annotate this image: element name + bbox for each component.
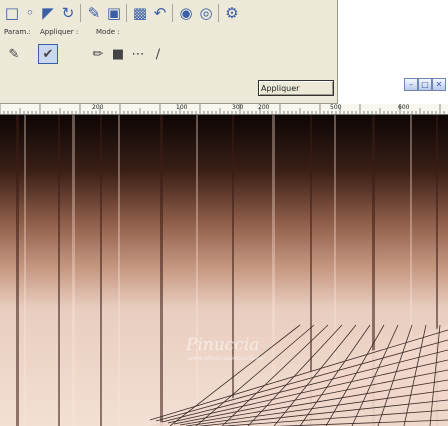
dots-tool-icon[interactable]: ⋯ [128, 44, 148, 64]
ruler-label-1: 200 [92, 104, 104, 111]
save-preset-icon[interactable]: ◤ [38, 3, 58, 23]
load-preset-icon[interactable]: ◦ [20, 3, 40, 23]
brush-tool-icon[interactable]: ✎ [4, 44, 24, 64]
toolbar-labels: Param.: Appliquer : Mode : [0, 26, 338, 40]
reset-icon[interactable]: ↻ [58, 3, 78, 23]
mode-label: Mode : [96, 28, 120, 36]
ruler-label-2: 100 [176, 104, 188, 111]
tool-options-palette: □ ◦ ◤ ↻ ✎ ▣ ▩ ↶ ◉ ◎ ⚙ Param.: Appliquer … [0, 0, 338, 104]
ruler-label-3: 300 [232, 104, 244, 111]
apply-to-label: Appliquer : [40, 28, 79, 36]
toolbar-row-tools: ✎ ✔ ✏ ■ ⋯ ∕ [0, 42, 338, 82]
palette-icon[interactable]: ◎ [196, 3, 216, 23]
ruler-label-5: 500 [330, 104, 342, 111]
pencil-tool-icon[interactable]: ✏ [88, 44, 108, 64]
line-tool-icon[interactable]: ∕ [148, 44, 168, 64]
undo-icon[interactable]: ↶ [150, 3, 170, 23]
active-tool-icon[interactable]: ✔ [38, 44, 58, 64]
ruler-ticks [0, 104, 445, 114]
maximize-icon[interactable]: □ [418, 78, 432, 91]
image-icon[interactable]: ▣ [104, 3, 124, 23]
ruler-label-4: 200 [258, 104, 270, 111]
watermark-subtitle: www.pinucciapinuccia.eu [188, 355, 264, 362]
param-label: Param.: [4, 28, 31, 36]
tiled-floor-image [149, 324, 448, 426]
watermark-text: Pinuccia [186, 335, 260, 355]
horizontal-ruler: 200 100 300 200 500 600 [0, 104, 448, 115]
settings-icon[interactable]: ⚙ [222, 3, 242, 23]
close-icon[interactable]: ✕ [432, 78, 446, 91]
brush-icon[interactable]: ✎ [84, 3, 104, 23]
layer-icon[interactable]: ▩ [130, 3, 150, 23]
ruler-label-6: 600 [398, 104, 410, 111]
apply-button[interactable]: Appliquer [258, 80, 334, 96]
toolbar-row-presets: □ ◦ ◤ ↻ ✎ ▣ ▩ ↶ ◉ ◎ ⚙ [0, 0, 338, 26]
dropper-icon[interactable]: ◉ [176, 3, 196, 23]
new-document-icon[interactable]: □ [2, 3, 22, 23]
minimize-icon[interactable]: – [404, 78, 418, 91]
image-canvas[interactable]: Pinuccia www.pinucciapinuccia.eu [0, 115, 448, 426]
shape-tool-icon[interactable]: ■ [108, 44, 128, 64]
